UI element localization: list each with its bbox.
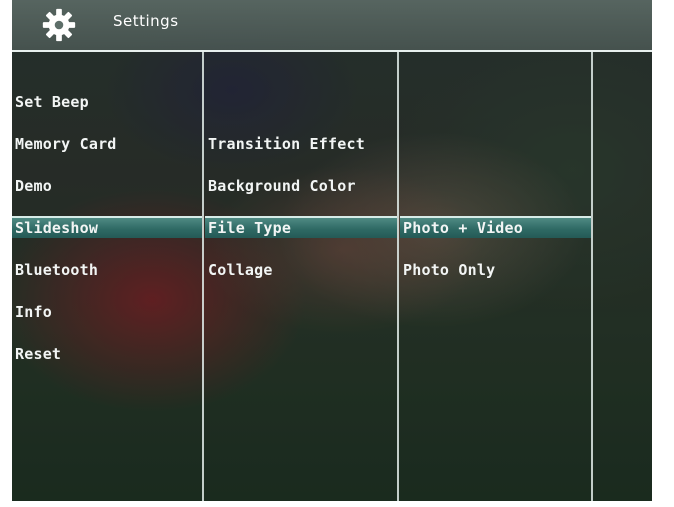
- menu-item-memory-card[interactable]: Memory Card: [12, 132, 201, 156]
- column-divider: [397, 52, 399, 501]
- gear-icon: [42, 8, 76, 42]
- photo-frame-display: Settings Set Beep Memory Card Demo Slide…: [0, 0, 674, 507]
- header-bar: [12, 0, 652, 50]
- menu-item-background-color[interactable]: Background Color: [205, 174, 396, 198]
- menu-item-info[interactable]: Info: [12, 300, 201, 324]
- column-divider: [202, 52, 204, 501]
- menu-item-file-type[interactable]: File Type: [205, 216, 397, 238]
- column-divider: [591, 52, 593, 501]
- menu-item-set-beep[interactable]: Set Beep: [12, 90, 201, 114]
- settings-screen: Settings Set Beep Memory Card Demo Slide…: [12, 0, 652, 501]
- option-photo-video[interactable]: Photo + Video: [400, 216, 591, 238]
- header-divider: [12, 50, 652, 52]
- option-photo-only[interactable]: Photo Only: [400, 258, 591, 282]
- menu-item-collage[interactable]: Collage: [205, 258, 396, 282]
- menu-item-demo[interactable]: Demo: [12, 174, 201, 198]
- menu-item-bluetooth[interactable]: Bluetooth: [12, 258, 201, 282]
- menu-item-transition-effect[interactable]: Transition Effect: [205, 132, 396, 156]
- menu-item-reset[interactable]: Reset: [12, 342, 201, 366]
- menu-item-slideshow[interactable]: Slideshow: [12, 216, 202, 238]
- page-title: Settings: [113, 12, 179, 30]
